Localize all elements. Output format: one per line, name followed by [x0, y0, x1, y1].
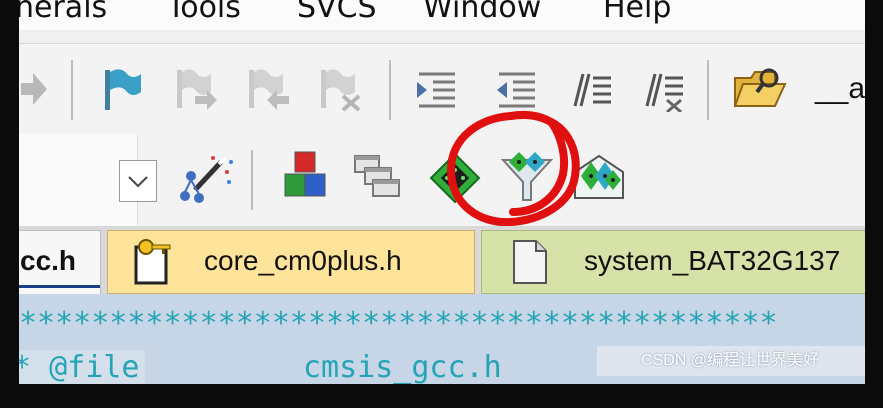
toolbar-separator — [251, 150, 253, 210]
tab-label: system_BAT32G137 — [584, 245, 841, 276]
clear-bookmarks-icon[interactable] — [315, 66, 363, 114]
manage-components-icon[interactable] — [283, 150, 329, 200]
chevron-down-icon — [128, 176, 148, 188]
doc-comment-tag: * @file — [19, 350, 146, 384]
menu-svcs[interactable]: SVCS — [297, 0, 377, 25]
menu-peripherals[interactable]: nerals — [19, 0, 107, 25]
unindent-icon[interactable] — [495, 68, 539, 112]
indent-icon[interactable] — [415, 68, 459, 112]
manage-project-items-icon[interactable] — [353, 152, 403, 200]
tab-system-bat32[interactable]: system_BAT32G137 — [481, 230, 865, 294]
menu-bar: nerals Tools SVCS Window Help — [19, 0, 865, 30]
tab-cmsis-gcc[interactable]: cc.h — [19, 230, 101, 294]
tab-label: core_cm0plus.h — [204, 245, 402, 276]
comment-selection-icon[interactable] — [569, 68, 613, 112]
file-icon — [513, 240, 547, 284]
menu-tools[interactable]: Tools — [167, 0, 241, 25]
active-tab-indicator — [19, 285, 100, 288]
tab-core-cm0plus[interactable]: core_cm0plus.h — [107, 230, 475, 294]
ide-screenshot: nerals Tools SVCS Window Help __a cc.h c… — [19, 0, 865, 384]
tab-label: cc.h — [20, 245, 77, 276]
uncomment-selection-icon[interactable] — [641, 68, 685, 112]
key-file-icon — [134, 239, 171, 285]
find-text-box[interactable]: __a — [815, 72, 865, 106]
menu-help[interactable]: Help — [603, 0, 671, 25]
annotation-circle — [446, 110, 580, 227]
doc-comment-value: cmsis_gcc.h — [303, 350, 502, 384]
target-dropdown-button[interactable] — [119, 160, 157, 202]
target-options-icon[interactable] — [179, 154, 235, 206]
editor-tab-strip: cc.h core_cm0plus.h system_BAT32G137 — [19, 226, 865, 294]
bookmark-flag-icon[interactable] — [99, 66, 143, 114]
watermark: CSDN @编程让世界美好 — [597, 346, 865, 376]
menu-window[interactable]: Window — [423, 0, 541, 25]
toolbar-separator — [389, 60, 391, 120]
toolbar-separator — [707, 60, 709, 120]
comment-stars-line: ****************************************… — [19, 306, 778, 341]
forward-arrow-icon[interactable] — [19, 71, 49, 107]
find-in-files-icon[interactable] — [731, 64, 789, 114]
next-bookmark-icon[interactable] — [243, 66, 291, 114]
toolbar-separator — [71, 60, 73, 120]
prev-bookmark-icon[interactable] — [171, 66, 219, 114]
code-editor[interactable]: ****************************************… — [19, 294, 865, 384]
